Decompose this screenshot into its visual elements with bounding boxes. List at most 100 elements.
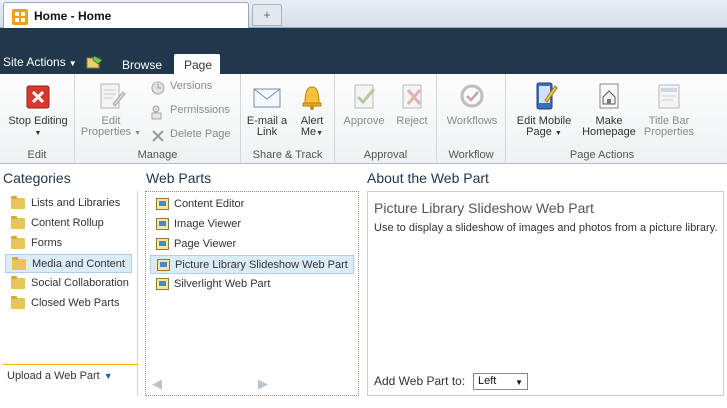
chevron-down-icon: ▼ (316, 130, 324, 137)
email-link-button[interactable]: E-mail a Link (244, 80, 290, 138)
title-bar-label-2: Properties (643, 126, 695, 138)
chevron-down-icon: ▼ (134, 130, 142, 137)
ribbon-tab-bar: Site Actions ▼ Browse Page (0, 50, 727, 74)
ribbon-group-edit: Stop Editing ▼ Edit (0, 74, 75, 164)
folder-icon (12, 257, 26, 270)
category-item[interactable]: Social Collaboration (5, 274, 132, 293)
alert-me-label-2: Me (300, 126, 317, 138)
header-band (0, 28, 727, 50)
ribbon-group-share-track: E-mail a Link Alert Me▼ Share & Track (241, 74, 335, 164)
chevron-down-icon: ▼ (515, 378, 523, 387)
group-label-share-track: Share & Track (252, 149, 323, 161)
approve-button[interactable]: Approve (341, 80, 387, 127)
make-homepage-button[interactable]: Make Homepage (578, 80, 640, 138)
home-icon (599, 83, 619, 109)
web-parts-pane: Content Editor Image Viewer Page Viewer … (145, 191, 359, 396)
web-part-item[interactable]: Silverlight Web Part (150, 275, 354, 294)
stop-editing-button[interactable]: Stop Editing ▼ (2, 80, 74, 139)
group-label-approval: Approval (363, 149, 408, 161)
upload-web-part-button[interactable]: Upload a Web Part ▼ (3, 364, 138, 396)
mobile-page-icon (536, 82, 558, 110)
category-item[interactable]: Forms (5, 234, 132, 253)
ribbon-group-approval: Approve Reject Approval (335, 74, 437, 164)
ribbon-group-manage: Edit Properties ▼ Versions Permissions D… (75, 74, 241, 164)
site-actions-menu[interactable]: Site Actions ▼ (3, 55, 77, 69)
web-part-label: Content Editor (174, 198, 245, 210)
web-part-icon (156, 238, 169, 250)
ribbon-group-workflow: Workflows Workflow (437, 74, 506, 164)
versions-icon (151, 81, 165, 95)
category-label: Media and Content (32, 258, 125, 270)
web-part-icon (156, 198, 169, 210)
category-item[interactable]: Media and Content (5, 254, 132, 273)
group-label-workflow: Workflow (448, 149, 494, 161)
workflow-icon (460, 84, 484, 108)
stop-editing-label: Stop Editing (8, 115, 68, 127)
delete-icon (152, 130, 164, 142)
delete-page-button[interactable]: Delete Page (150, 128, 231, 144)
folder-icon (11, 276, 25, 289)
web-part-label: Image Viewer (174, 218, 242, 230)
chevron-down-icon: ▼ (68, 59, 77, 68)
group-label-edit: Edit (27, 149, 47, 161)
browser-tab-home[interactable]: Home - Home (3, 2, 249, 28)
web-part-item[interactable]: Content Editor (150, 195, 354, 214)
add-web-part-label: Add Web Part to: (374, 374, 466, 388)
new-tab-button[interactable]: + (252, 4, 282, 26)
category-item[interactable]: Lists and Libraries (5, 194, 132, 213)
workflows-label: Workflows (446, 115, 498, 127)
web-part-item[interactable]: Image Viewer (150, 215, 354, 234)
arrow-left-icon[interactable]: ◀ (152, 376, 162, 392)
approve-icon (354, 84, 376, 109)
web-part-icon (157, 259, 170, 271)
arrow-right-icon[interactable]: ▶ (258, 376, 268, 392)
permissions-label: Permissions (170, 104, 230, 116)
web-part-item[interactable]: Picture Library Slideshow Web Part (150, 255, 354, 274)
folder-icon (11, 196, 25, 209)
web-part-icon (156, 218, 169, 230)
zone-select[interactable]: Left ▼ (473, 373, 528, 390)
title-bar-properties-button[interactable]: Title Bar Properties (640, 80, 698, 138)
upload-web-part-label: Upload a Web Part (7, 370, 100, 382)
browser-tab-title: Home - Home (34, 9, 112, 23)
bell-icon (302, 86, 322, 110)
web-part-item[interactable]: Page Viewer (150, 235, 354, 254)
zone-select-value: Left (478, 375, 497, 387)
title-bar-icon (658, 84, 680, 109)
web-part-label: Picture Library Slideshow Web Part (175, 259, 348, 271)
stop-editing-icon (26, 85, 50, 109)
reject-icon (402, 84, 422, 109)
edit-page-icon[interactable] (86, 54, 104, 70)
about-title: About the Web Part (367, 170, 489, 186)
versions-button[interactable]: Versions (150, 80, 212, 96)
permissions-button[interactable]: Permissions (150, 104, 230, 120)
web-part-description: Use to display a slideshow of images and… (374, 222, 718, 234)
categories-title: Categories (3, 170, 71, 186)
web-part-label: Silverlight Web Part (174, 278, 271, 290)
chevron-down-icon: ▼ (554, 130, 562, 137)
reject-label: Reject (396, 115, 428, 127)
category-item[interactable]: Content Rollup (5, 214, 132, 233)
workflows-button[interactable]: Workflows (440, 80, 504, 127)
group-label-page-actions: Page Actions (569, 149, 635, 161)
category-label: Social Collaboration (31, 277, 129, 289)
alert-me-button[interactable]: Alert Me▼ (293, 80, 331, 139)
web-part-icon (156, 278, 169, 290)
edit-mobile-page-button[interactable]: Edit Mobile Page ▼ (510, 80, 578, 139)
category-item[interactable]: Closed Web Parts (5, 294, 132, 313)
edit-properties-button[interactable]: Edit Properties ▼ (79, 80, 143, 139)
category-label: Closed Web Parts (31, 297, 120, 309)
reject-button[interactable]: Reject (391, 80, 433, 127)
web-part-label: Page Viewer (174, 238, 237, 250)
make-homepage-label-2: Homepage (582, 126, 636, 138)
ribbon-group-page-actions: Edit Mobile Page ▼ Make Homepage Title B… (506, 74, 698, 164)
web-parts-title: Web Parts (146, 170, 212, 186)
site-actions-label: Site Actions (3, 55, 66, 69)
category-label: Forms (31, 237, 63, 249)
tab-browse[interactable]: Browse (112, 54, 172, 74)
sharepoint-favicon-icon (12, 9, 28, 25)
tab-page[interactable]: Page (174, 54, 220, 74)
delete-page-label: Delete Page (170, 128, 231, 140)
envelope-icon (253, 88, 281, 108)
folder-icon (11, 216, 25, 229)
